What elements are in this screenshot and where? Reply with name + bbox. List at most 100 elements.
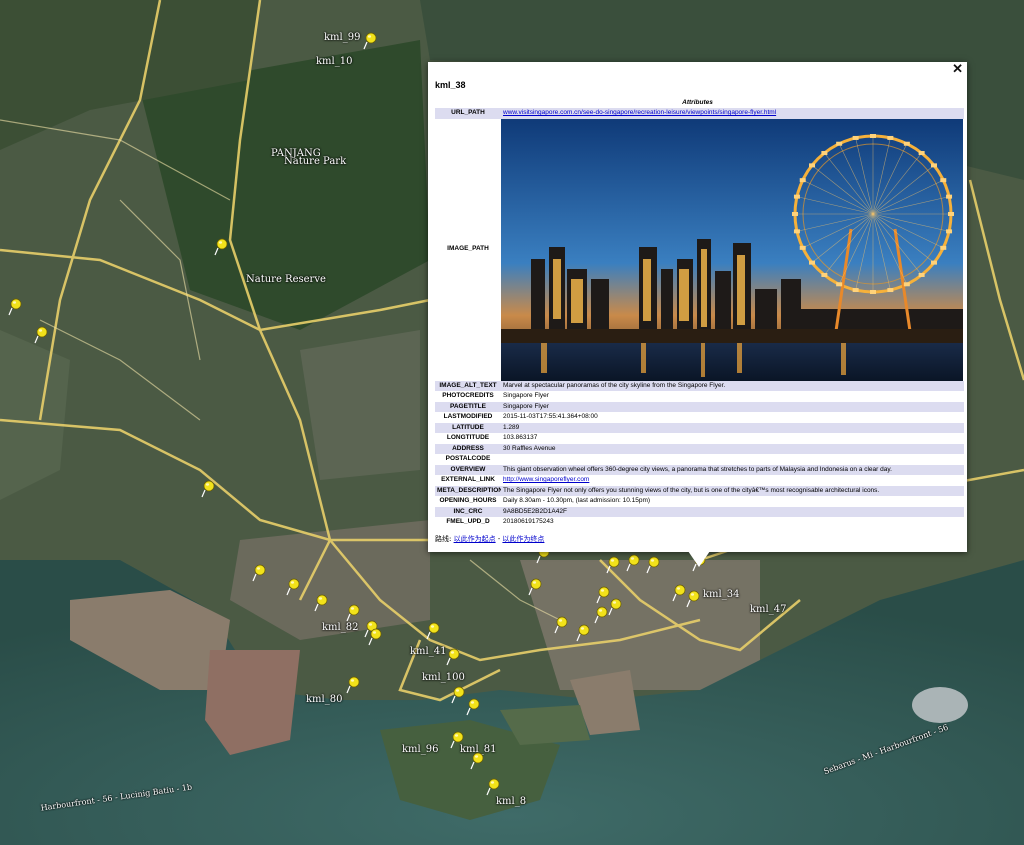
- pushpin-icon[interactable]: [451, 686, 465, 704]
- attribute-value: 20180619175243: [503, 518, 554, 525]
- attribute-value: 103.863137: [503, 434, 538, 441]
- attribute-value: http://www.singaporeflyer.com: [501, 475, 964, 486]
- map-label: kml_99: [324, 32, 361, 43]
- pushpin-icon[interactable]: [8, 298, 22, 316]
- pushpin-icon[interactable]: [686, 590, 700, 608]
- attribute-row: ADDRESS 30 Raffles Avenue: [435, 443, 964, 454]
- pushpin-icon[interactable]: [446, 648, 460, 666]
- attribute-image-cell: [501, 118, 964, 381]
- attribute-value: Daily 8.30am - 10.30pm, (last admission:…: [503, 497, 651, 504]
- pushpin-icon[interactable]: [608, 598, 622, 616]
- attribute-key: LONGTITUDE: [446, 434, 490, 441]
- attribute-key: URL_PATH: [435, 108, 501, 119]
- pushpin-icon[interactable]: [450, 731, 464, 749]
- pushpin-icon[interactable]: [214, 238, 228, 256]
- map-label: Nature Reserve: [246, 274, 326, 285]
- attribute-link[interactable]: http://www.singaporeflyer.com: [503, 476, 589, 483]
- attribute-row: LASTMODIFIED 2015-11-03T17:55:41.364+08:0…: [435, 412, 964, 423]
- set-end-link[interactable]: 以此作为终点: [502, 535, 544, 543]
- attribute-row: PHOTOCREDITS Singapore Flyer: [435, 391, 964, 402]
- pushpin-icon[interactable]: [368, 628, 382, 646]
- attribute-key: META_DESCRIPTION: [435, 485, 501, 496]
- attribute-key: ADDRESS: [435, 443, 501, 454]
- attribute-key: IMAGE_ALT_TEXT: [435, 380, 501, 391]
- attribute-value: www.visitsingapore.com.cn/see-do-singapo…: [501, 108, 964, 119]
- attribute-value: 30 Raffles Avenue: [501, 443, 964, 454]
- map-label: kml_100: [422, 672, 465, 683]
- attribute-value: Singapore Flyer: [503, 392, 549, 399]
- attribute-row: META_DESCRIPTION The Singapore Flyer not …: [435, 485, 964, 496]
- pushpin-icon[interactable]: [626, 554, 640, 572]
- attribute-value: The Singapore Flyer not only offers you …: [501, 485, 964, 496]
- attribute-row: FMEL_UPD_D 20180619175243: [435, 517, 964, 528]
- map-label: kml_80: [306, 694, 343, 705]
- pushpin-icon[interactable]: [252, 564, 266, 582]
- pushpin-icon[interactable]: [576, 624, 590, 642]
- pushpin-icon[interactable]: [346, 604, 360, 622]
- map-label: kml_82: [322, 622, 359, 633]
- attribute-row: OPENING_HOURS Daily 8.30am - 10.30pm, (la…: [435, 496, 964, 507]
- popup-pointer: [688, 551, 710, 567]
- pushpin-icon[interactable]: [594, 606, 608, 624]
- map-label: Nature Park: [284, 156, 347, 167]
- attribute-value: This giant observation wheel offers 360-…: [501, 464, 964, 475]
- attributes-caption: Attributes: [682, 99, 713, 106]
- attribute-row: PAGETITLE Singapore Flyer: [435, 401, 964, 412]
- attribute-key: OPENING_HOURS: [439, 497, 497, 504]
- attribute-row: INC_CRC 9A8BD5E2B2D1A42F: [435, 506, 964, 517]
- set-start-link[interactable]: 以此作为起点: [454, 535, 496, 543]
- pushpin-icon[interactable]: [314, 594, 328, 612]
- attribute-key: LASTMODIFIED: [443, 413, 493, 420]
- map-label: kml_34: [703, 589, 740, 600]
- attribute-row: OVERVIEW This giant observation wheel off…: [435, 464, 964, 475]
- attribute-value: Singapore Flyer: [501, 401, 964, 412]
- pushpin-icon[interactable]: [426, 622, 440, 640]
- attribute-key: POSTALCODE: [445, 455, 491, 462]
- attribute-key: LATITUDE: [435, 422, 501, 433]
- pushpin-icon[interactable]: [528, 578, 542, 596]
- pushpin-icon[interactable]: [363, 32, 377, 50]
- attribute-key: FMEL_UPD_D: [446, 518, 490, 525]
- pushpin-icon[interactable]: [646, 556, 660, 574]
- attribute-key: OVERVIEW: [435, 464, 501, 475]
- pushpin-icon[interactable]: [286, 578, 300, 596]
- attribute-row: LONGTITUDE 103.863137: [435, 433, 964, 444]
- pushpin-icon[interactable]: [34, 326, 48, 344]
- map-label: kml_41: [410, 646, 447, 657]
- attribute-key: EXTERNAL_LINK: [441, 476, 495, 483]
- attribute-key: PHOTOCREDITS: [442, 392, 494, 399]
- close-icon[interactable]: ✕: [952, 62, 963, 76]
- pushpin-icon[interactable]: [470, 752, 484, 770]
- attribute-key: INC_CRC: [435, 506, 501, 517]
- route-links: 路线: 以此作为起点 - 以此作为终点: [435, 534, 544, 544]
- pushpin-icon[interactable]: [346, 676, 360, 694]
- attribute-row: LATITUDE 1.289: [435, 422, 964, 433]
- pushpin-icon[interactable]: [201, 480, 215, 498]
- attribute-row: EXTERNAL_LINK http://www.singaporeflyer.c…: [435, 475, 964, 486]
- attribute-key: IMAGE_PATH: [447, 245, 489, 253]
- attribute-row: POSTALCODE: [435, 454, 964, 465]
- pushpin-icon[interactable]: [606, 556, 620, 574]
- pushpin-icon[interactable]: [486, 778, 500, 796]
- map-label: kml_47: [750, 604, 787, 615]
- attribute-row: IMAGE_ALT_TEXT Marvel at spectacular pano…: [435, 380, 964, 391]
- popup-title: kml_38: [435, 80, 466, 90]
- attribute-link[interactable]: www.visitsingapore.com.cn/see-do-singapo…: [503, 109, 776, 116]
- pushpin-icon[interactable]: [554, 616, 568, 634]
- route-label: 路线:: [435, 535, 452, 543]
- attribute-value: 9A8BD5E2B2D1A42F: [501, 506, 964, 517]
- pushpin-icon[interactable]: [466, 698, 480, 716]
- attribute-value: 2015-11-03T17:55:41.364+08:00: [503, 413, 598, 420]
- attributes-table: URL_PATH www.visitsingapore.com.cn/see-do…: [435, 108, 964, 528]
- attribute-row: IMAGE_PATH: [435, 118, 964, 381]
- map-label: kml_96: [402, 744, 439, 755]
- pushpin-icon[interactable]: [672, 584, 686, 602]
- map-label: kml_10: [316, 56, 353, 67]
- info-popup: ✕ kml_38 Attributes URL_PATH www.visitsin…: [428, 62, 967, 552]
- singapore-flyer-photo: [501, 118, 963, 381]
- attribute-value: 1.289: [501, 422, 964, 433]
- map-label: kml_8: [496, 796, 527, 807]
- attribute-row: URL_PATH www.visitsingapore.com.cn/see-do…: [435, 108, 964, 119]
- attribute-value: Marvel at spectacular panoramas of the c…: [501, 380, 964, 391]
- attribute-key: PAGETITLE: [435, 401, 501, 412]
